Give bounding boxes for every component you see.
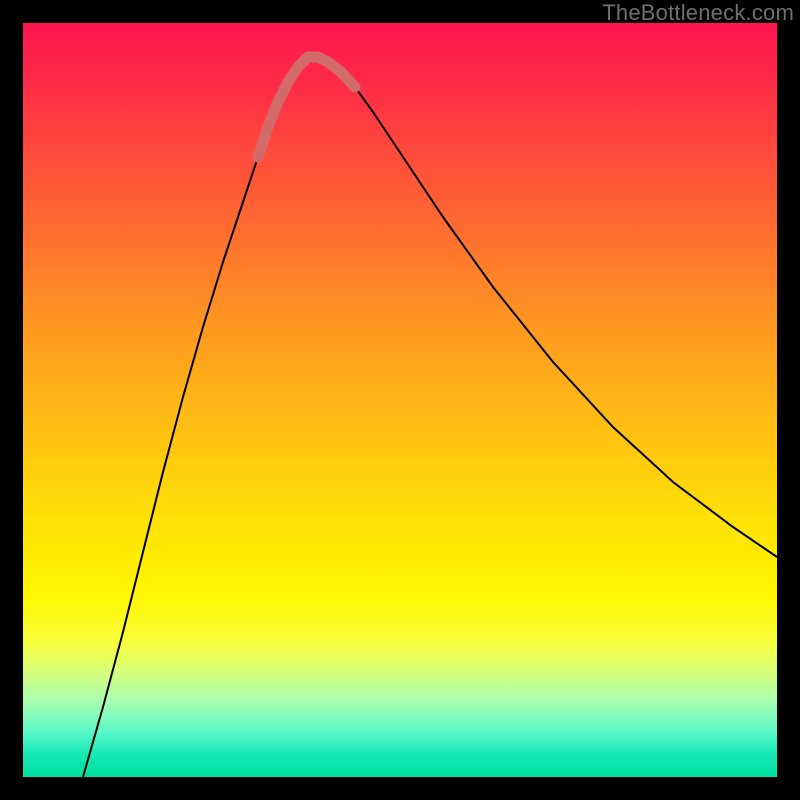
highlight-trough	[258, 57, 355, 157]
watermark-text: TheBottleneck.com	[602, 0, 794, 26]
curve-layer	[23, 23, 777, 777]
chart-frame	[23, 23, 777, 777]
bottleneck-curve	[83, 57, 777, 777]
